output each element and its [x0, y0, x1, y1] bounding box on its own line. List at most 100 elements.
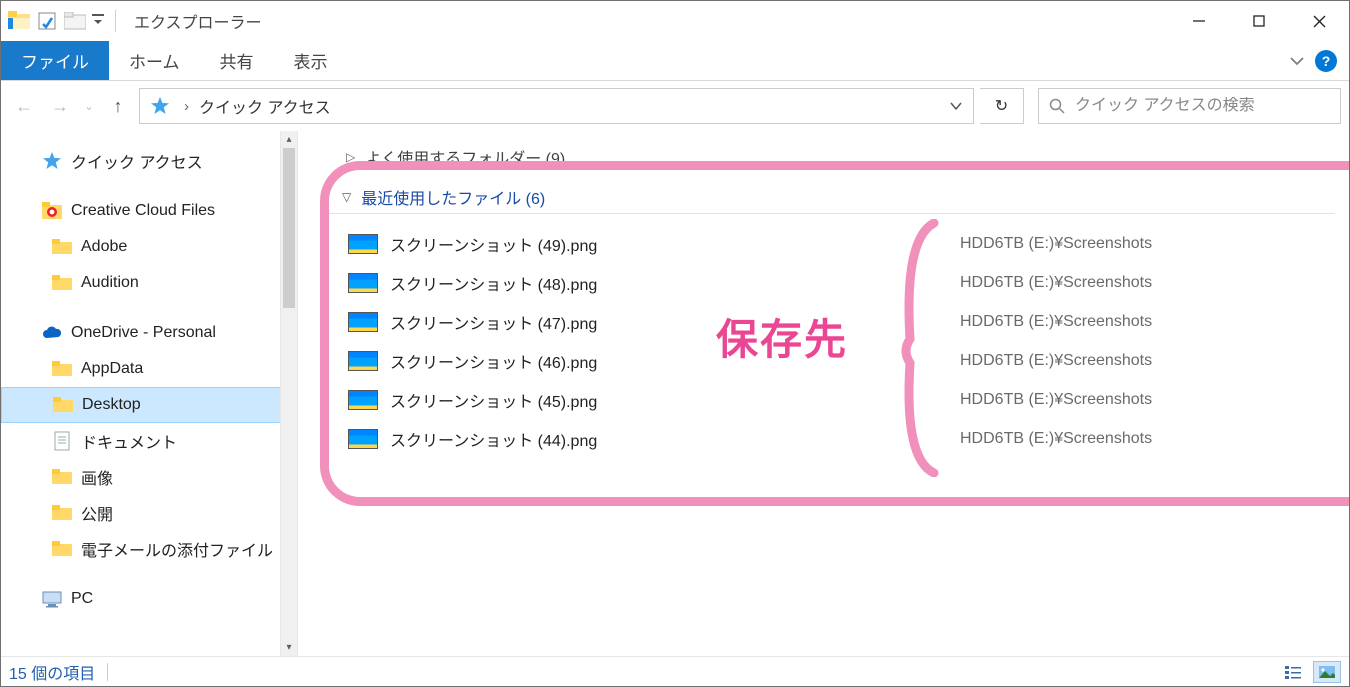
star-icon [41, 150, 63, 172]
status-divider [107, 663, 108, 681]
chevron-down-icon: ▽ [342, 190, 351, 204]
ribbon: ファイル ホーム 共有 表示 ? [1, 41, 1349, 81]
sidebar-item-quick-access[interactable]: クイック アクセス [1, 143, 297, 179]
titlebar-divider [115, 10, 116, 32]
qat-properties-icon[interactable] [35, 9, 59, 33]
sidebar-item-label: クイック アクセス [71, 149, 203, 173]
sidebar-item-pictures[interactable]: 画像 [1, 459, 297, 495]
scrollbar-thumb[interactable] [283, 148, 295, 308]
sidebar-item-label: Audition [81, 274, 139, 292]
folder-icon [51, 502, 73, 524]
file-row[interactable]: スクリーンショット (46).pngHDD6TB (E:)¥Screenshot… [298, 341, 1349, 380]
nav-back-button[interactable]: ← [9, 91, 39, 121]
sidebar-item-label: 画像 [81, 465, 113, 489]
window-controls [1169, 2, 1349, 40]
ribbon-chevron-icon[interactable] [1289, 55, 1305, 67]
window-title: エクスプローラー [126, 9, 270, 33]
refresh-button[interactable]: ↻ [980, 88, 1024, 124]
chevron-right-icon: ▷ [346, 150, 355, 164]
file-row[interactable]: スクリーンショット (49).pngHDD6TB (E:)¥Screenshot… [298, 224, 1349, 263]
file-name: スクリーンショット (45).png [390, 388, 960, 412]
sidebar-item-mail-attach[interactable]: 電子メールの添付ファイル [1, 531, 297, 567]
minimize-button[interactable] [1169, 2, 1229, 40]
file-list: スクリーンショット (49).pngHDD6TB (E:)¥Screenshot… [298, 214, 1349, 458]
nav-up-button[interactable]: ↑ [103, 91, 133, 121]
sidebar-item-label: 公開 [81, 501, 113, 525]
file-path: HDD6TB (E:)¥Screenshots [960, 391, 1310, 409]
statusbar: 15 個の項目 [1, 656, 1349, 686]
folder-icon [52, 394, 74, 416]
qat-customize-icon[interactable] [91, 9, 105, 33]
file-name: スクリーンショット (48).png [390, 271, 960, 295]
image-thumbnail-icon [348, 351, 378, 371]
explorer-icon [7, 9, 31, 33]
nav-forward-button[interactable]: → [45, 91, 75, 121]
sidebar-item-appdata[interactable]: AppData [1, 351, 297, 387]
sidebar-item-public[interactable]: 公開 [1, 495, 297, 531]
sidebar-scrollbar[interactable]: ▴ ▾ [280, 131, 297, 656]
group-frequent-header[interactable]: ▷ よく使用するフォルダー (9) [298, 141, 1349, 173]
file-row[interactable]: スクリーンショット (45).pngHDD6TB (E:)¥Screenshot… [298, 380, 1349, 419]
scrollbar-down-icon[interactable]: ▾ [281, 639, 297, 656]
search-icon [1049, 98, 1065, 114]
group-recent-header[interactable]: ▽ 最近使用したファイル (6) [298, 181, 1349, 213]
image-thumbnail-icon [348, 429, 378, 449]
image-thumbnail-icon [348, 312, 378, 332]
folder-icon [51, 466, 73, 488]
ribbon-tab-share[interactable]: 共有 [200, 41, 274, 80]
file-row[interactable]: スクリーンショット (47).pngHDD6TB (E:)¥Screenshot… [298, 302, 1349, 341]
group-frequent-title: よく使用するフォルダー (9) [365, 145, 565, 169]
maximize-button[interactable] [1229, 2, 1289, 40]
titlebar: エクスプローラー [1, 1, 1349, 41]
cloud-icon [41, 322, 63, 344]
file-path: HDD6TB (E:)¥Screenshots [960, 352, 1310, 370]
view-details-button[interactable] [1279, 661, 1307, 683]
sidebar-item-adobe[interactable]: Adobe [1, 229, 297, 265]
pc-icon [41, 588, 63, 610]
folder-icon [51, 236, 73, 258]
ribbon-tab-home[interactable]: ホーム [109, 41, 200, 80]
sidebar-item-documents[interactable]: ドキュメント [1, 423, 297, 459]
file-path: HDD6TB (E:)¥Screenshots [960, 313, 1310, 331]
nav-recent-dropdown[interactable]: ⌄ [81, 91, 97, 121]
address-bar[interactable]: › クイック アクセス [139, 88, 974, 124]
sidebar-item-pc[interactable]: PC [1, 581, 297, 617]
scrollbar-up-icon[interactable]: ▴ [281, 131, 297, 148]
sidebar-item-audition[interactable]: Audition [1, 265, 297, 301]
doc-icon [51, 430, 73, 452]
ribbon-tab-view[interactable]: 表示 [274, 41, 348, 80]
nav-pane: クイック アクセス Creative Cloud Files Adobe Auditi… [1, 131, 298, 656]
address-location[interactable]: クイック アクセス [193, 94, 331, 118]
search-box[interactable] [1038, 88, 1341, 124]
sidebar-item-onedrive[interactable]: OneDrive - Personal [1, 315, 297, 351]
breadcrumb-sep-icon[interactable]: › [180, 98, 193, 115]
file-path: HDD6TB (E:)¥Screenshots [960, 430, 1310, 448]
quick-access-star-icon [140, 96, 180, 116]
close-button[interactable] [1289, 2, 1349, 40]
view-thumbnails-button[interactable] [1313, 661, 1341, 683]
file-name: スクリーンショット (47).png [390, 310, 960, 334]
sidebar-item-creative-cloud[interactable]: Creative Cloud Files [1, 193, 297, 229]
sidebar-item-label: OneDrive - Personal [71, 324, 216, 342]
image-thumbnail-icon [348, 234, 378, 254]
qat-newfolder-icon[interactable] [63, 9, 87, 33]
folder-icon [51, 538, 73, 560]
file-row[interactable]: スクリーンショット (48).pngHDD6TB (E:)¥Screenshot… [298, 263, 1349, 302]
file-name: スクリーンショット (44).png [390, 427, 960, 451]
group-recent-title: 最近使用したファイル (6) [361, 185, 545, 209]
file-path: HDD6TB (E:)¥Screenshots [960, 274, 1310, 292]
ribbon-tab-file[interactable]: ファイル [1, 41, 109, 80]
content-pane: ▷ よく使用するフォルダー (9) ▽ 最近使用したファイル (6) スクリーン… [298, 131, 1349, 656]
sidebar-item-label: Adobe [81, 238, 127, 256]
sidebar-item-desktop[interactable]: Desktop [1, 387, 297, 423]
sidebar-item-label: ドキュメント [81, 429, 177, 453]
address-dropdown[interactable] [939, 89, 973, 123]
nav-row: ← → ⌄ ↑ › クイック アクセス ↻ [1, 81, 1349, 131]
image-thumbnail-icon [348, 273, 378, 293]
file-name: スクリーンショット (46).png [390, 349, 960, 373]
sidebar-item-label: AppData [81, 360, 143, 378]
file-row[interactable]: スクリーンショット (44).pngHDD6TB (E:)¥Screenshot… [298, 419, 1349, 458]
search-input[interactable] [1075, 97, 1330, 115]
sidebar-item-label: Creative Cloud Files [71, 202, 215, 220]
help-button[interactable]: ? [1315, 50, 1337, 72]
